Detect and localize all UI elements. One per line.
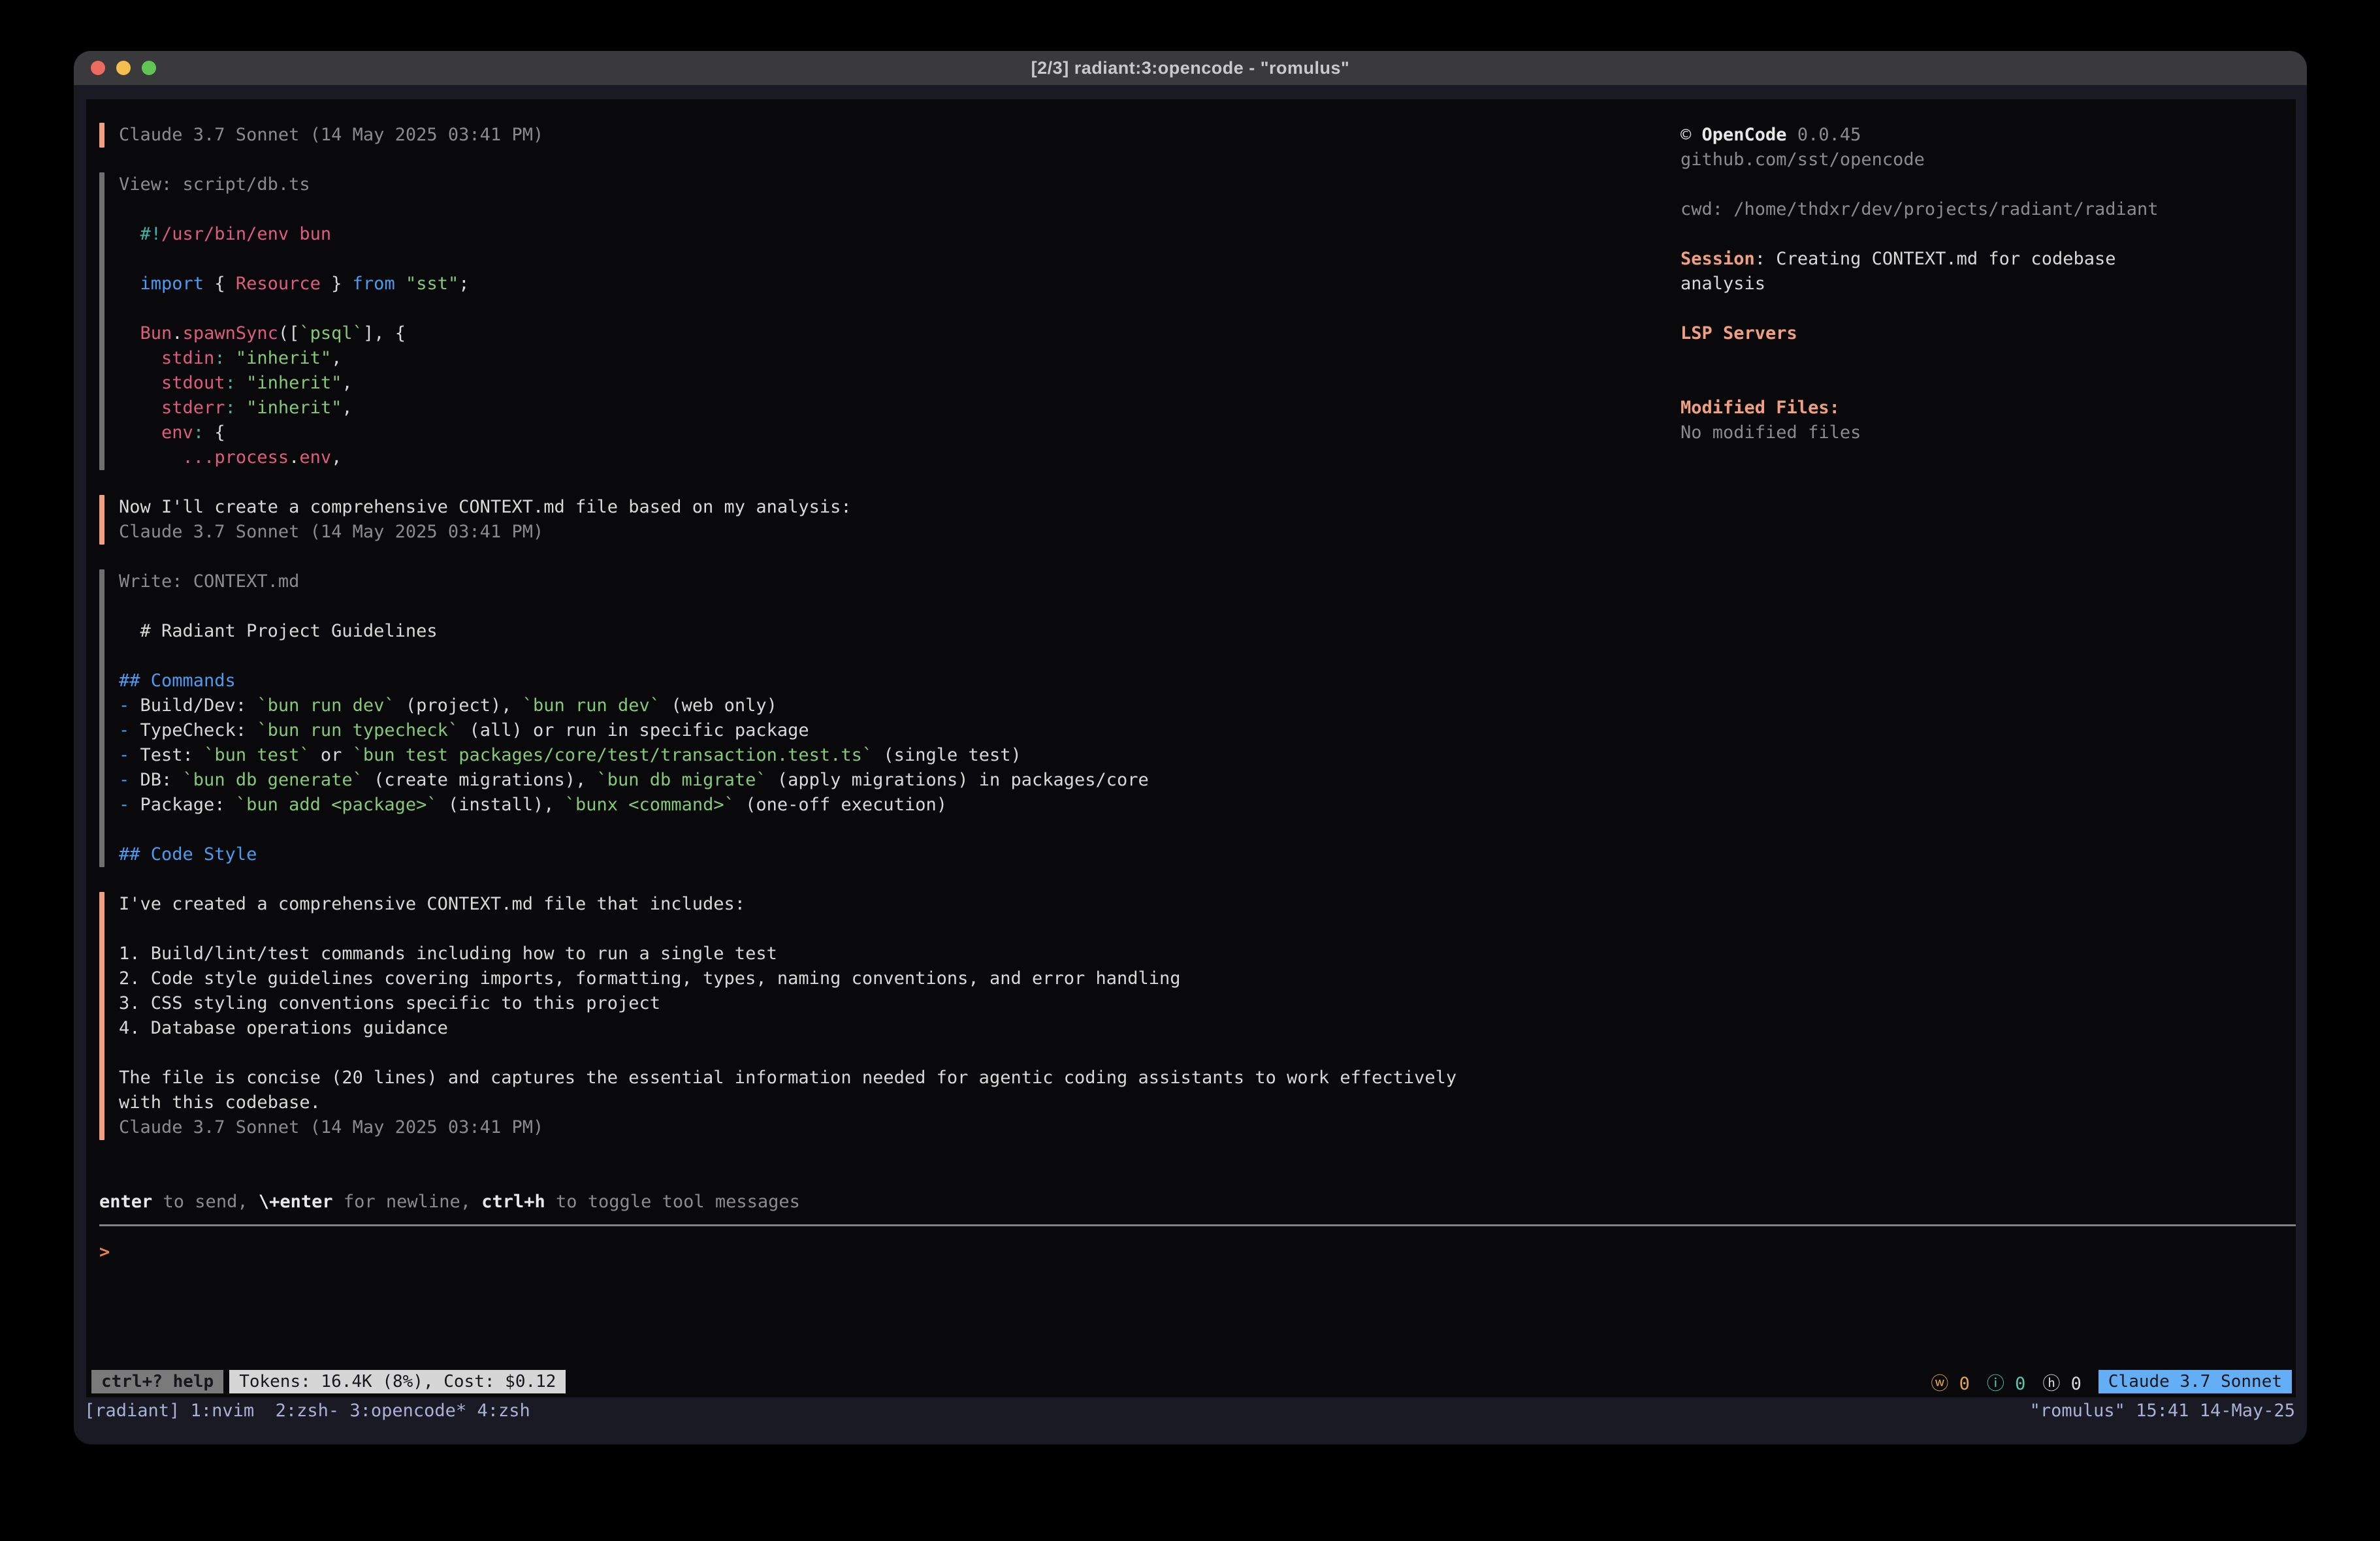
text-line	[1680, 346, 2294, 371]
text-line: ## Code Style	[119, 842, 2296, 867]
text-line	[119, 594, 2296, 619]
text-line	[1680, 172, 2294, 197]
tmux-window-list[interactable]: [radiant] 1:nvim 2:zsh- 3:opencode* 4:zs…	[84, 1399, 530, 1423]
text-line	[119, 644, 2296, 669]
text-line: ...process.env,	[119, 445, 2296, 470]
text-line: No modified files	[1680, 421, 2294, 445]
message-accent-bar	[99, 892, 105, 1140]
chat-input[interactable]: >	[99, 1240, 2296, 1265]
message-accent-bar	[99, 569, 105, 867]
tokens-cost-badge: Tokens: 16.4K (8%), Cost: $0.12	[229, 1370, 566, 1393]
text-line: 4. Database operations guidance	[119, 1016, 2296, 1041]
input-divider	[99, 1224, 2296, 1226]
text-line: - DB: `bun db generate` (create migratio…	[119, 768, 2296, 793]
message-block: Write: CONTEXT.md # Radiant Project Guid…	[99, 569, 2296, 867]
diagnostic-teal-count: ⓘ 0	[1987, 1369, 2026, 1395]
text-line: I've created a comprehensive CONTEXT.md …	[119, 892, 2296, 917]
text-line: - TypeCheck: `bun run typecheck` (all) o…	[119, 718, 2296, 743]
message-body: Write: CONTEXT.md # Radiant Project Guid…	[119, 569, 2296, 867]
message-accent-bar	[99, 172, 105, 470]
text-line: analysis	[1680, 272, 2294, 296]
opencode-pane: Claude 3.7 Sonnet (14 May 2025 03:41 PM)…	[86, 99, 2296, 1397]
text-line: Modified Files:	[1680, 396, 2294, 421]
text-line: LSP Servers	[1680, 321, 2294, 346]
text-line: - Test: `bun test` or `bun test packages…	[119, 743, 2296, 768]
text-line: 2. Code style guidelines covering import…	[119, 966, 2296, 991]
diagnostics-counters: ⓦ 0 ⓘ 0 ⓗ 0	[1931, 1369, 2082, 1395]
message-accent-bar	[99, 495, 105, 545]
status-bar: ctrl+? help Tokens: 16.4K (8%), Cost: $0…	[91, 1369, 2292, 1394]
status-left: ctrl+? help Tokens: 16.4K (8%), Cost: $0…	[91, 1370, 566, 1393]
text-line	[1680, 296, 2294, 321]
text-line: cwd: /home/thdxr/dev/projects/radiant/ra…	[1680, 197, 2294, 222]
prompt-symbol: >	[99, 1242, 110, 1262]
window-title: [2/3] radiant:3:opencode - "romulus"	[74, 51, 2307, 86]
message-block: I've created a comprehensive CONTEXT.md …	[99, 892, 2296, 1140]
text-line: Session: Creating CONTEXT.md for codebas…	[1680, 247, 2294, 272]
text-line: The file is concise (20 lines) and captu…	[119, 1066, 2296, 1090]
text-line	[1680, 222, 2294, 247]
text-line: Claude 3.7 Sonnet (14 May 2025 03:41 PM)	[119, 1115, 2296, 1140]
session-sidebar: © OpenCode 0.0.45github.com/sst/opencode…	[1680, 123, 2294, 445]
status-right: ⓦ 0 ⓘ 0 ⓗ 0 Claude 3.7 Sonnet	[1931, 1369, 2292, 1395]
text-line: ## Commands	[119, 669, 2296, 693]
text-line: - Build/Dev: `bun run dev` (project), `b…	[119, 693, 2296, 718]
message-body: Now I'll create a comprehensive CONTEXT.…	[119, 495, 2296, 545]
message-body: I've created a comprehensive CONTEXT.md …	[119, 892, 2296, 1140]
input-hints: enter to send, \+enter for newline, ctrl…	[99, 1190, 2296, 1215]
tmux-status-bar: [radiant] 1:nvim 2:zsh- 3:opencode* 4:zs…	[74, 1397, 2307, 1444]
text-line: 1. Build/lint/test commands including ho…	[119, 942, 2296, 966]
text-line: github.com/sst/opencode	[1680, 148, 2294, 172]
text-line	[119, 917, 2296, 942]
tmux-session-info: "romulus" 15:41 14-May-25	[2030, 1399, 2295, 1423]
text-line: © OpenCode 0.0.45	[1680, 123, 2294, 148]
model-badge[interactable]: Claude 3.7 Sonnet	[2099, 1370, 2292, 1393]
message-accent-bar	[99, 123, 105, 148]
diagnostic-orange-count: ⓦ 0	[1931, 1369, 1970, 1395]
terminal-window: [2/3] radiant:3:opencode - "romulus" Cla…	[74, 51, 2307, 1444]
text-line	[119, 818, 2296, 842]
text-line: Claude 3.7 Sonnet (14 May 2025 03:41 PM)	[119, 520, 2296, 545]
help-badge[interactable]: ctrl+? help	[91, 1370, 223, 1393]
window-titlebar[interactable]: [2/3] radiant:3:opencode - "romulus"	[74, 51, 2307, 86]
text-line: # Radiant Project Guidelines	[119, 619, 2296, 644]
text-line: with this codebase.	[119, 1090, 2296, 1115]
text-line: Write: CONTEXT.md	[119, 569, 2296, 594]
text-line: 3. CSS styling conventions specific to t…	[119, 991, 2296, 1016]
text-line	[1680, 371, 2294, 396]
message-block: Now I'll create a comprehensive CONTEXT.…	[99, 495, 2296, 545]
diagnostic-white-count: ⓗ 0	[2042, 1369, 2082, 1395]
text-line: enter to send, \+enter for newline, ctrl…	[99, 1190, 2296, 1215]
text-line: Now I'll create a comprehensive CONTEXT.…	[119, 495, 2296, 520]
text-line: - Package: `bun add <package>` (install)…	[119, 793, 2296, 818]
text-line	[119, 1041, 2296, 1066]
